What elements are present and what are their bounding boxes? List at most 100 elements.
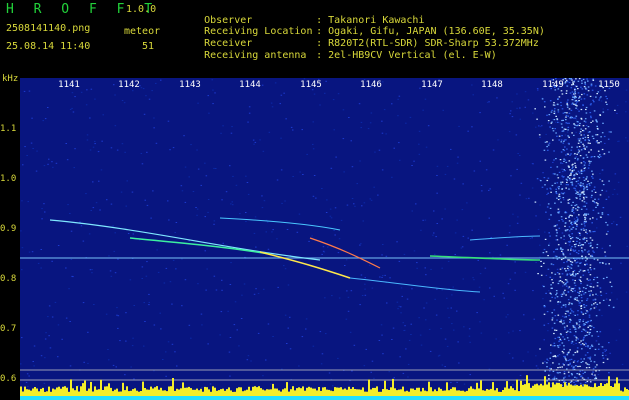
power-bar <box>88 388 90 396</box>
noise-speck <box>584 225 586 227</box>
power-bar <box>200 388 202 396</box>
noise-speck <box>213 223 215 225</box>
noise-speck <box>591 304 593 306</box>
noise-speck <box>544 361 546 363</box>
noise-speck <box>88 233 91 235</box>
noise-speck <box>195 207 197 208</box>
noise-speck <box>184 201 187 203</box>
noise-speck <box>574 89 576 91</box>
noise-speck <box>289 348 292 350</box>
noise-speck <box>31 251 34 253</box>
noise-speck <box>562 112 565 114</box>
noise-speck <box>589 356 592 358</box>
noise-speck <box>556 118 559 120</box>
noise-speck <box>446 345 449 347</box>
power-bar <box>548 382 550 396</box>
noise-speck <box>577 253 580 255</box>
noise-speck <box>588 250 590 252</box>
noise-speck <box>582 360 584 363</box>
noise-speck <box>582 157 585 159</box>
noise-speck <box>567 299 570 301</box>
noise-speck <box>345 318 348 320</box>
noise-speck <box>116 149 119 151</box>
noise-speck <box>560 295 563 297</box>
noise-speck <box>165 351 167 353</box>
power-bar <box>290 389 292 396</box>
noise-speck <box>553 102 555 104</box>
noise-speck <box>245 221 247 222</box>
noise-speck <box>129 279 132 281</box>
noise-speck <box>333 230 335 231</box>
power-bar <box>574 385 576 396</box>
noise-speck <box>436 165 439 167</box>
noise-speck <box>555 115 557 117</box>
noise-speck <box>253 143 255 145</box>
power-bar <box>48 386 50 396</box>
noise-speck <box>620 262 622 264</box>
noise-speck <box>373 377 375 379</box>
noise-speck <box>87 331 89 333</box>
noise-speck <box>581 324 584 326</box>
noise-speck <box>580 86 582 88</box>
noise-speck <box>592 368 595 370</box>
noise-speck <box>618 140 620 142</box>
noise-speck <box>563 373 566 375</box>
noise-speck <box>553 112 556 114</box>
noise-speck <box>593 189 595 191</box>
noise-speck <box>571 223 573 226</box>
noise-speck <box>441 218 443 220</box>
noise-speck <box>597 198 600 200</box>
noise-speck <box>31 117 33 119</box>
power-bar <box>124 390 126 396</box>
noise-speck <box>603 153 606 155</box>
noise-speck <box>562 130 564 132</box>
noise-speck <box>181 305 183 307</box>
noise-speck <box>571 215 573 217</box>
noise-speck <box>561 315 564 317</box>
noise-speck <box>609 281 612 283</box>
noise-speck <box>71 92 74 94</box>
noise-speck <box>280 137 282 139</box>
noise-speck <box>344 265 346 266</box>
noise-speck <box>575 251 578 254</box>
noise-speck <box>204 250 206 252</box>
noise-speck <box>570 289 573 291</box>
noise-speck <box>575 337 578 339</box>
noise-speck <box>571 79 573 81</box>
noise-speck <box>596 127 599 130</box>
power-bar <box>100 379 102 396</box>
power-bar <box>316 390 318 396</box>
noise-speck <box>567 99 569 101</box>
noise-speck <box>200 184 202 186</box>
noise-speck <box>606 358 609 360</box>
y-tick-label: 0.7 <box>0 324 17 334</box>
noise-speck <box>556 135 558 137</box>
noise-speck <box>335 156 337 158</box>
noise-speck <box>44 357 46 359</box>
noise-speck <box>583 145 585 147</box>
noise-speck <box>547 122 550 124</box>
power-bar <box>276 388 278 396</box>
noise-speck <box>370 371 372 373</box>
noise-speck <box>65 317 68 319</box>
noise-speck <box>549 292 552 294</box>
noise-speck <box>245 175 247 177</box>
noise-speck <box>393 377 395 379</box>
noise-speck <box>407 363 410 365</box>
noise-speck <box>512 357 514 359</box>
noise-speck <box>569 260 572 262</box>
power-bar <box>584 384 586 396</box>
noise-speck <box>205 175 208 177</box>
noise-speck <box>400 306 402 308</box>
noise-speck <box>172 147 175 149</box>
noise-speck <box>539 136 541 138</box>
noise-speck <box>98 180 100 182</box>
noise-speck <box>121 100 124 101</box>
noise-speck <box>584 84 587 86</box>
noise-speck <box>569 328 571 330</box>
noise-speck <box>583 193 585 195</box>
noise-speck <box>599 156 602 158</box>
noise-speck <box>592 231 594 233</box>
noise-speck <box>573 212 575 214</box>
noise-speck <box>572 96 574 98</box>
